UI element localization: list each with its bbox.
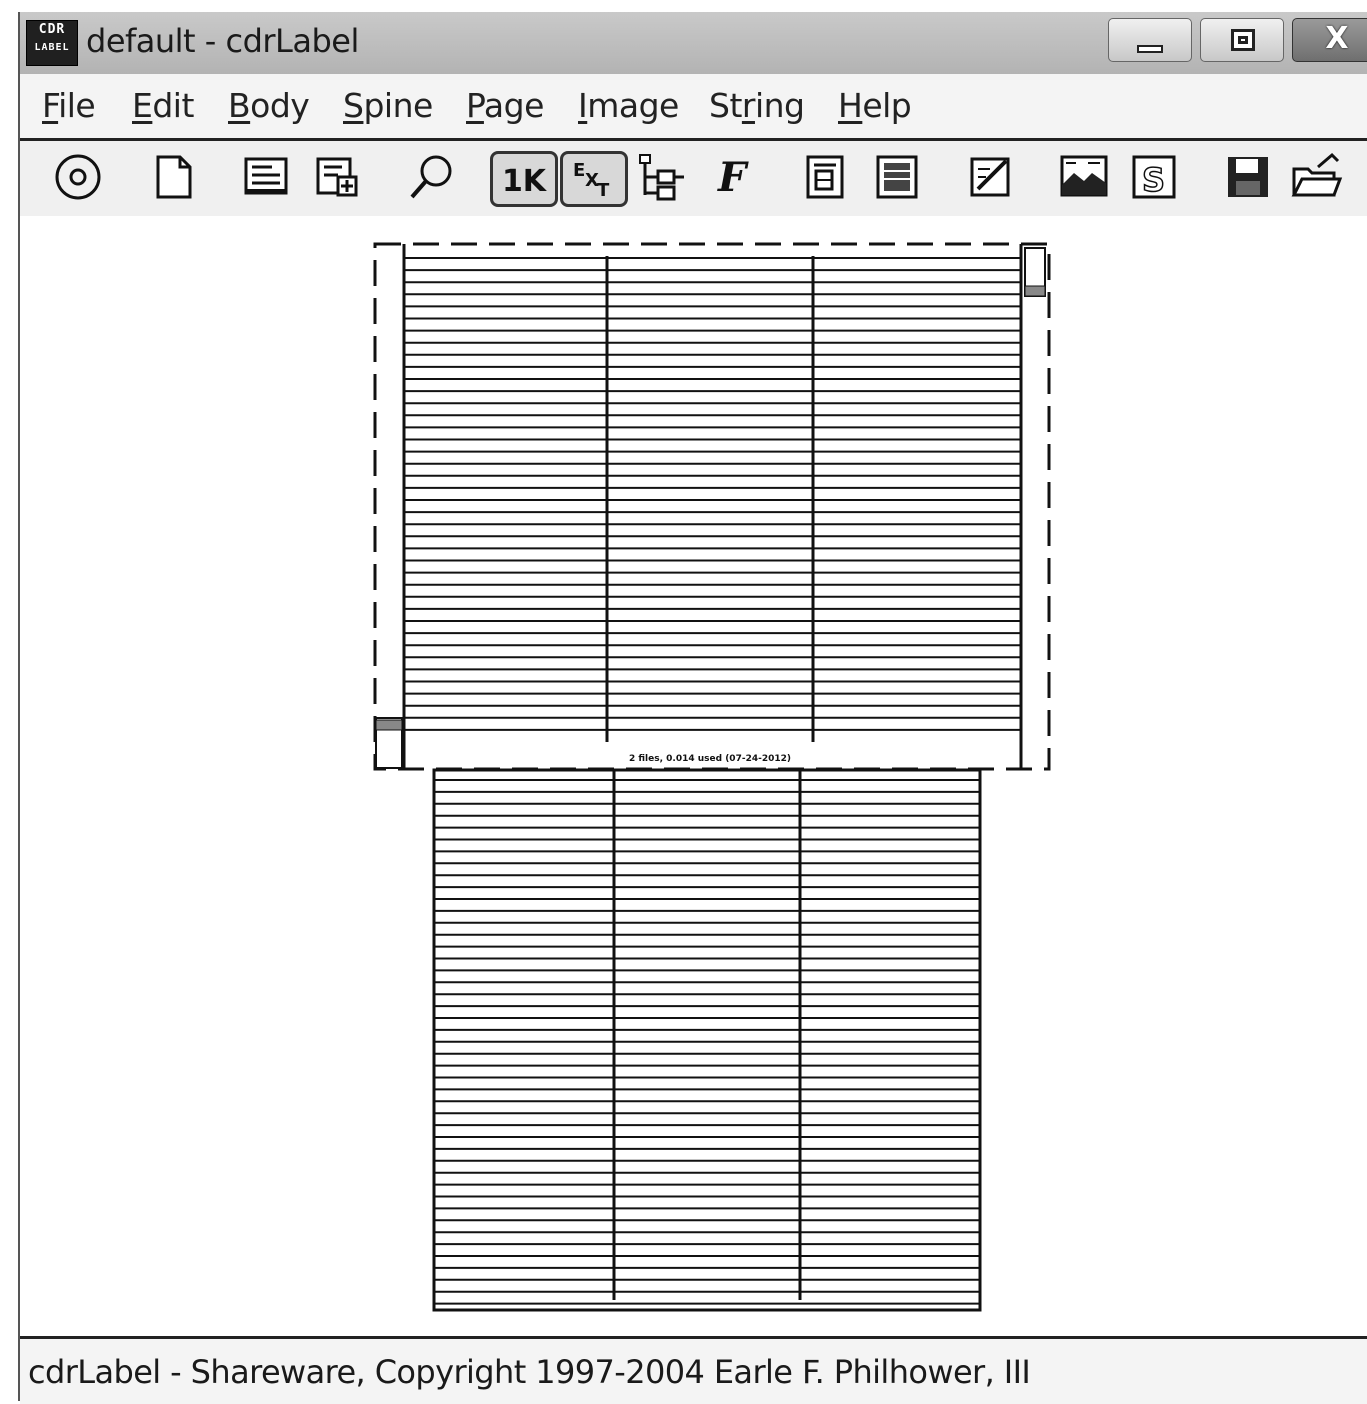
label-footer-text: 2 files, 0.014 used (07-24-2012) <box>629 754 791 764</box>
body-label-back <box>432 768 982 1312</box>
status-text: cdrLabel - Shareware, Copyright 1997-200… <box>28 1353 1031 1391</box>
menu-spine[interactable]: Spine <box>343 86 433 125</box>
cd-disc-button[interactable] <box>50 149 106 205</box>
svg-text:F: F <box>717 154 749 201</box>
add-body-icon <box>316 157 358 197</box>
label-dashed-border <box>373 242 1051 771</box>
font-button[interactable]: F <box>708 149 764 205</box>
minimize-icon <box>1109 19 1191 61</box>
zoom-icon <box>410 155 452 199</box>
menu-file[interactable]: File <box>42 86 96 125</box>
image-icon <box>1060 155 1108 197</box>
menu-image-label: Image <box>578 86 679 125</box>
save-icon <box>1228 157 1268 197</box>
one-k-button[interactable]: 1K <box>490 151 558 207</box>
body-text-button[interactable] <box>238 149 294 205</box>
menu-spine-label: Spine <box>343 86 433 125</box>
menu-image[interactable]: Image <box>578 86 679 125</box>
close-button[interactable]: X <box>1292 18 1367 62</box>
zoom-button[interactable] <box>404 149 460 205</box>
app-logo-line2: LABEL <box>34 42 70 53</box>
cd-disc-icon <box>55 154 101 200</box>
edit-button[interactable] <box>964 149 1020 205</box>
menu-help[interactable]: Help <box>838 86 912 125</box>
menu-help-label: Help <box>838 86 912 125</box>
font-icon: F <box>717 154 749 201</box>
title-bar[interactable]: CDR LABEL default - cdrLabel X <box>20 12 1367 74</box>
edit-icon <box>970 157 1010 197</box>
maximize-button[interactable] <box>1200 18 1284 62</box>
image-button[interactable] <box>1056 149 1112 205</box>
window-title: default - cdrLabel <box>86 22 359 60</box>
open-button[interactable] <box>1288 149 1344 205</box>
spine-layout-icon <box>876 155 918 199</box>
menu-string[interactable]: String <box>709 86 805 125</box>
spine-text-button[interactable] <box>800 149 856 205</box>
svg-text:S: S <box>1142 161 1165 199</box>
label-preview: 2 files, 0.014 used (07-24-2012) <box>373 242 1051 1312</box>
app-window: CDR LABEL default - cdrLabel X File Edit… <box>18 12 1367 1404</box>
menu-edit-label: Edit <box>132 86 194 125</box>
string-icon: S <box>1132 155 1176 200</box>
save-button[interactable] <box>1220 149 1276 205</box>
app-logo-icon: CDR LABEL <box>26 20 78 66</box>
menu-body-label: Body <box>228 86 310 125</box>
body-text-icon <box>244 157 288 195</box>
open-icon <box>1291 152 1343 197</box>
tree-button[interactable] <box>634 149 690 205</box>
toolbar: 1K EXT F S <box>20 141 1367 217</box>
label-canvas[interactable]: 2 files, 0.014 used (07-24-2012) <box>20 216 1367 1346</box>
new-page-icon <box>156 155 192 199</box>
add-body-button[interactable] <box>310 149 366 205</box>
svg-text:E: E <box>573 160 585 181</box>
close-icon: X <box>1325 21 1349 56</box>
tree-icon <box>639 154 684 201</box>
menu-string-label: String <box>709 86 805 125</box>
new-page-button[interactable] <box>146 149 202 205</box>
app-logo-line1: CDR <box>38 22 66 37</box>
string-button[interactable]: S <box>1126 149 1182 205</box>
menu-page-label: Page <box>466 86 544 125</box>
one-k-label: 1K <box>501 164 547 199</box>
spine-tab-top-handle <box>1024 285 1046 297</box>
menu-file-label: File <box>42 86 96 125</box>
menu-edit[interactable]: Edit <box>132 86 194 125</box>
status-bar: cdrLabel - Shareware, Copyright 1997-200… <box>20 1336 1367 1404</box>
body-label-front <box>373 242 1051 771</box>
ext-button[interactable]: EXT <box>560 151 628 207</box>
menu-body[interactable]: Body <box>228 86 310 125</box>
menu-bar: File Edit Body Spine Page Image String H… <box>20 74 1367 141</box>
maximize-icon <box>1201 19 1283 61</box>
spine-layout-button[interactable] <box>870 149 926 205</box>
menu-page[interactable]: Page <box>466 86 544 125</box>
spine-text-icon <box>806 155 844 199</box>
svg-text:T: T <box>597 180 610 201</box>
ext-icon: E XT <box>573 160 610 201</box>
minimize-button[interactable] <box>1108 18 1192 62</box>
spine-tab-bottom-handle <box>375 719 403 731</box>
